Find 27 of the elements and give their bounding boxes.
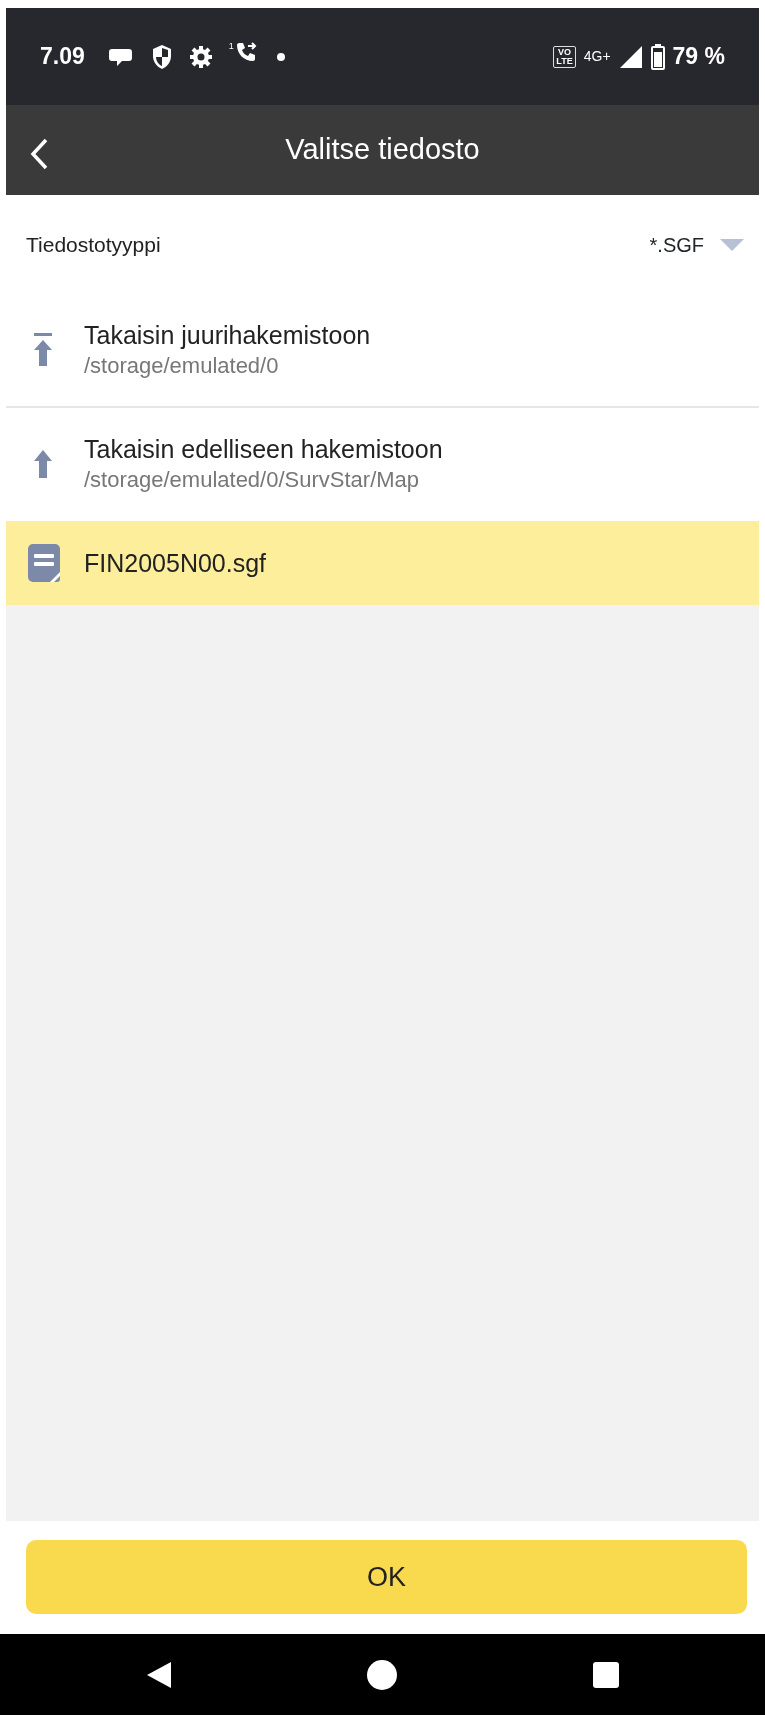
item-path: /storage/emulated/0/SurvStar/Map [84,466,421,495]
item-title: FIN2005N00.sgf [84,547,267,579]
volte-text: VO [558,47,572,57]
dot-icon [275,51,286,62]
battery-level: 79 % [672,42,725,72]
item-title: Takaisin juurihakemistoon [84,319,371,351]
signal-icon [618,44,643,69]
file-type-label: Tiedostotyyppi [26,232,161,259]
volte-text: LTE [556,56,573,66]
ok-button[interactable]: OK [26,1540,747,1614]
network-type: 4G+ [583,47,611,66]
screen-title: Valitse tiedosto [285,132,480,168]
dropdown-caret-icon [720,238,744,252]
file-list-item[interactable]: FIN2005N00.sgf [6,521,759,605]
item-path: /storage/emulated/0 [84,352,280,381]
file-list-item[interactable]: Takaisin edelliseen hakemistoon /storage/emulated/0/SurvStar/Map [6,408,759,521]
shield-icon [150,43,173,70]
home-circle-icon[interactable] [366,1658,399,1691]
file-icon [27,543,61,583]
status-time: 7.09 [40,42,85,72]
sim-number: 1 [228,39,234,53]
file-type-dropdown[interactable]: *.SGF [648,229,745,261]
item-title: Takaisin edelliseen hakemistoon [84,433,443,465]
recents-square-icon[interactable] [592,1660,621,1689]
gear-icon [188,44,213,69]
file-list-item[interactable]: Takaisin juurihakemistoon /storage/emulated/0 [6,295,759,408]
battery-icon [650,43,665,70]
